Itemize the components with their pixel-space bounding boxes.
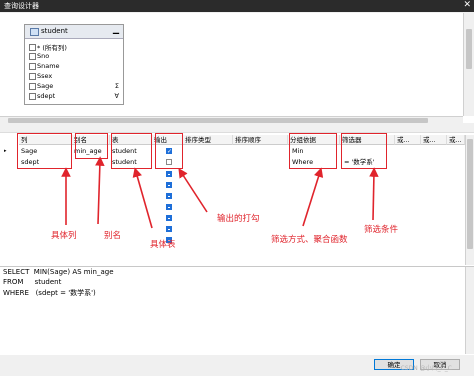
sql-select-line: SELECT MIN(Sage) AS min_age bbox=[3, 268, 114, 276]
arrow-to-output bbox=[178, 167, 208, 213]
annotation-group: 筛选方式、聚合函数 bbox=[271, 235, 348, 245]
arrow-to-alias bbox=[95, 156, 105, 225]
sql-from-line: FROM student bbox=[3, 278, 62, 286]
annotation-output: 输出的打勾 bbox=[217, 214, 260, 224]
annotation-column: 具体列 bbox=[51, 231, 77, 241]
annotation-table: 具体表 bbox=[150, 240, 176, 250]
annotation-alias: 别名 bbox=[104, 231, 122, 241]
arrow-to-table bbox=[132, 167, 153, 229]
arrow-to-filter bbox=[369, 167, 379, 221]
sql-vertical-scrollbar[interactable] bbox=[465, 267, 474, 354]
sql-text-pane[interactable] bbox=[0, 266, 474, 355]
arrow-to-group-by bbox=[302, 167, 324, 227]
watermark: CSDN @小白_C_C bbox=[400, 365, 452, 372]
annotation-filter: 筛选条件 bbox=[364, 225, 399, 235]
sql-where-line: WHERE (sdept = '数学系') bbox=[3, 289, 96, 297]
